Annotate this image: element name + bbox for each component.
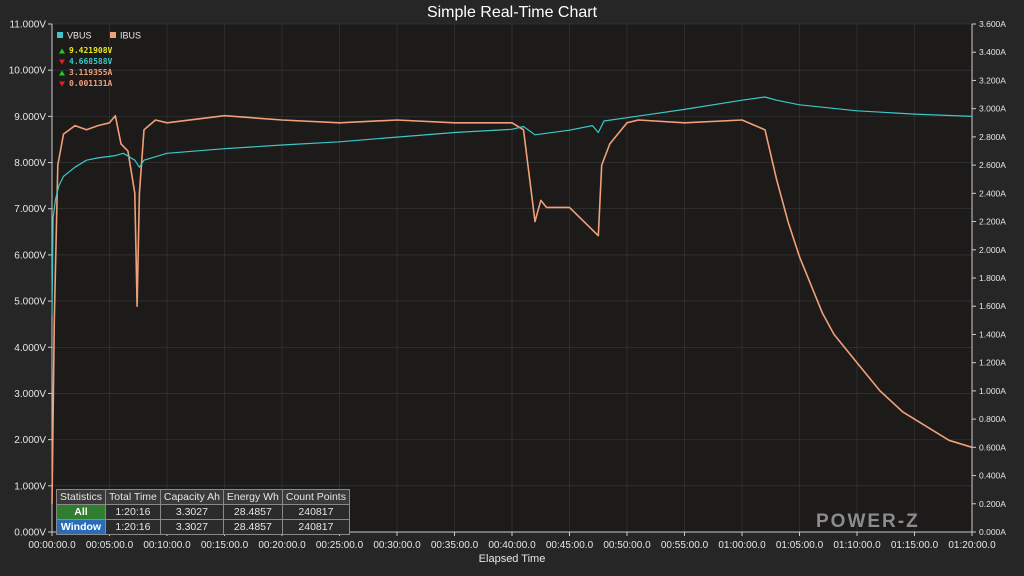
x-tick-label: 00:25:00.0 (316, 540, 364, 551)
x-tick-label: 01:10:00.0 (833, 540, 881, 551)
power-z-logo: POWER-Z (816, 511, 920, 532)
y-right-tick-label: 0.000A (979, 527, 1006, 537)
y-right-tick-label: 1.800A (979, 273, 1006, 283)
y-left-tick-label: 1.000V (14, 481, 46, 492)
stats-energy: 28.4857 (222, 504, 283, 520)
y-right-tick-label: 0.200A (979, 499, 1006, 509)
stats-count: 240817 (281, 504, 350, 520)
statistics-table: Statistics Total Time Capacity Ah Energy… (55, 489, 350, 535)
x-tick-label: 00:40:00.0 (488, 540, 536, 551)
y-right-tick-label: 0.800A (979, 414, 1006, 424)
y-right-tick-label: 3.200A (979, 75, 1006, 85)
x-tick-label: 00:30:00.0 (373, 540, 421, 551)
vbus-min-value: 4.668588V (69, 57, 113, 66)
stats-total-time: 1:20:16 (105, 519, 161, 535)
statistics-row-all: All 1:20:16 3.3027 28.4857 240817 (55, 504, 350, 520)
y-left-tick-label: 7.000V (14, 204, 46, 215)
statistics-row-window: Window 1:20:16 3.3027 28.4857 240817 (55, 519, 350, 535)
x-tick-label: 00:55:00.0 (661, 540, 709, 551)
stats-header-energy: Energy Wh (222, 489, 283, 505)
x-tick-label: 00:15:00.0 (201, 540, 249, 551)
x-tick-label: 00:05:00.0 (86, 540, 134, 551)
x-tick-label: 01:15:00.0 (891, 540, 939, 551)
y-right-tick-label: 2.800A (979, 132, 1006, 142)
y-right-tick-label: 1.200A (979, 358, 1006, 368)
y-right-tick-label: 3.600A (979, 19, 1006, 29)
y-right-tick-label: 3.000A (979, 104, 1006, 114)
y-left-tick-label: 2.000V (14, 435, 46, 446)
stats-row-label-all: All (55, 504, 107, 520)
y-right-tick-label: 2.000A (979, 245, 1006, 255)
x-tick-label: 01:20:00.0 (948, 540, 996, 551)
statistics-header-row: Statistics Total Time Capacity Ah Energy… (55, 489, 350, 505)
x-tick-label: 00:50:00.0 (603, 540, 651, 551)
ibus-max-value: 3.119355A (69, 68, 113, 77)
x-axis-label: Elapsed Time (479, 553, 546, 565)
stats-capacity: 3.3027 (159, 519, 224, 535)
stats-header-total-time: Total Time (105, 489, 161, 505)
chart-title: Simple Real-Time Chart (427, 4, 598, 21)
y-left-tick-label: 5.000V (14, 297, 46, 308)
right-axis: 0.000A 0.200A 0.400A 0.600A 0.800A 1.000A 1.20… (971, 19, 1006, 537)
y-right-tick-label: 2.200A (979, 217, 1006, 227)
stats-header-statistics: Statistics (55, 489, 107, 505)
x-tick-label: 00:35:00.0 (431, 540, 479, 551)
x-tick-label: 00:45:00.0 (546, 540, 594, 551)
legend-swatch-ibus (110, 32, 116, 38)
left-axis: 0.000V 1.000V 2.000V 3.000V 4.000V 5.000V 6.00… (9, 20, 53, 539)
legend-label-ibus: IBUS (120, 31, 141, 41)
x-tick-label: 00:20:00.0 (258, 540, 306, 551)
legend-label-vbus: VBUS (67, 31, 92, 41)
y-left-tick-label: 3.000V (14, 389, 46, 400)
x-tick-label: 00:00:00.0 (28, 540, 76, 551)
stats-capacity: 3.3027 (159, 504, 224, 520)
legend-swatch-vbus (57, 32, 63, 38)
y-left-tick-label: 9.000V (14, 112, 46, 123)
vbus-max-value: 9.421908V (69, 46, 113, 55)
y-right-tick-label: 0.600A (979, 442, 1006, 452)
x-tick-label: 01:05:00.0 (776, 540, 824, 551)
stats-energy: 28.4857 (222, 519, 283, 535)
y-left-tick-label: 11.000V (9, 20, 46, 31)
x-tick-label: 01:00:00.0 (718, 540, 766, 551)
y-left-tick-label: 6.000V (14, 250, 46, 261)
y-right-tick-label: 0.400A (979, 471, 1006, 481)
y-left-tick-label: 4.000V (14, 343, 46, 354)
stats-row-label-window: Window (55, 519, 107, 535)
stats-total-time: 1:20:16 (105, 504, 161, 520)
y-right-tick-label: 1.400A (979, 329, 1006, 339)
stats-header-capacity: Capacity Ah (159, 489, 224, 505)
y-right-tick-label: 1.600A (979, 301, 1006, 311)
y-right-tick-label: 3.400A (979, 47, 1006, 57)
stats-header-count: Count Points (281, 489, 350, 505)
y-left-tick-label: 0.000V (14, 528, 46, 539)
ibus-min-value: 0.001131A (69, 79, 113, 88)
y-right-tick-label: 2.600A (979, 160, 1006, 170)
stats-count: 240817 (281, 519, 350, 535)
y-left-tick-label: 10.000V (9, 66, 47, 77)
x-tick-label: 00:10:00.0 (143, 540, 191, 551)
y-right-tick-label: 1.000A (979, 386, 1006, 396)
y-right-tick-label: 2.400A (979, 188, 1006, 198)
y-left-tick-label: 8.000V (14, 158, 46, 169)
